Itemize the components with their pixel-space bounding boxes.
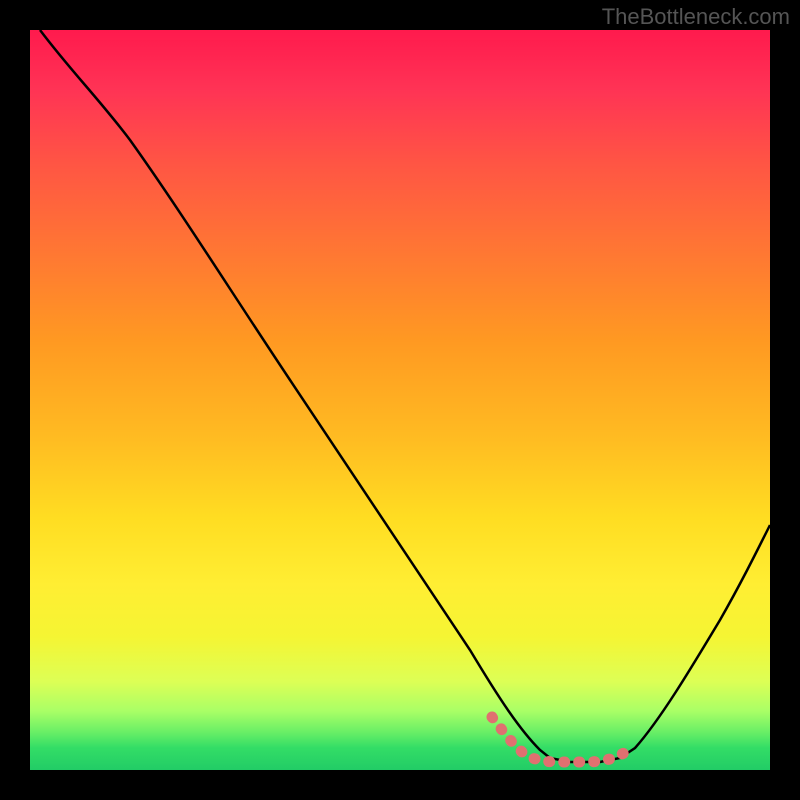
- plot-area: [30, 30, 770, 770]
- watermark-text: TheBottleneck.com: [602, 4, 790, 30]
- main-curve-line: [40, 30, 770, 762]
- highlight-dots: [492, 717, 632, 762]
- bottleneck-curve: [30, 30, 770, 770]
- chart-container: TheBottleneck.com: [0, 0, 800, 800]
